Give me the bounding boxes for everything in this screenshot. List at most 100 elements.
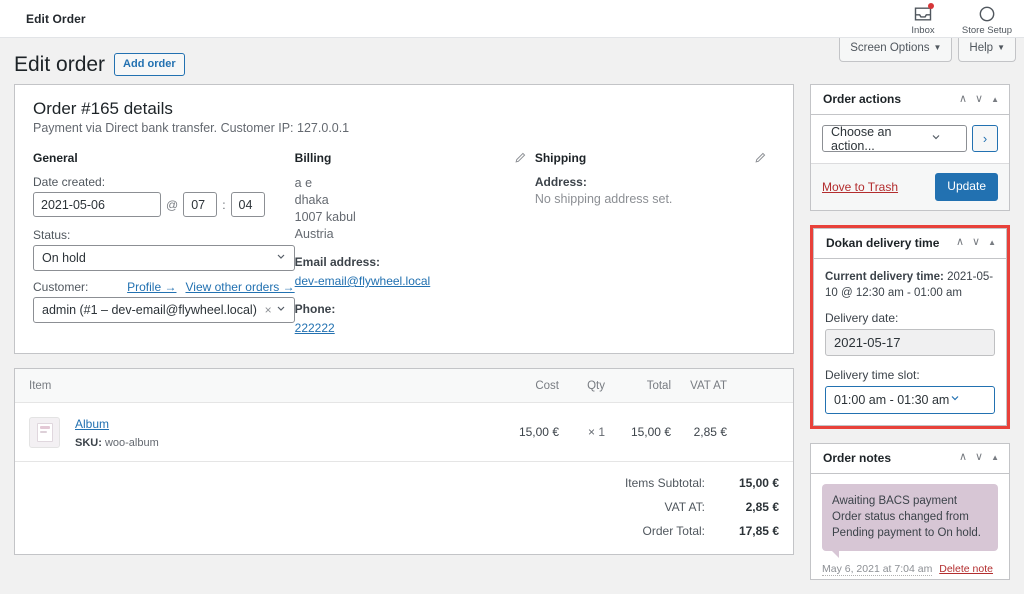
order-note-timestamp: May 6, 2021 at 7:04 am [822, 563, 932, 576]
product-name: Album [75, 417, 109, 431]
item-cell: Album SKU: woo-album [29, 415, 497, 449]
customer-select[interactable]: admin (#1 – dev-email@flywheel.local) × [33, 297, 295, 323]
screen-meta-links: Screen Options ▼ Help ▼ [839, 38, 1016, 62]
order-notes-header: Order notes ∧ ∨ ▲ [811, 444, 1009, 474]
update-button[interactable]: Update [935, 173, 998, 201]
status-select-value: On hold [42, 251, 86, 265]
help-label: Help [969, 42, 993, 54]
main-column: Order #165 details Payment via Direct ba… [14, 84, 794, 569]
delete-note-link[interactable]: Delete note [939, 563, 993, 575]
totals-value: 17,85 € [705, 524, 779, 538]
shipping-column: Shipping Address: No shipping address se… [535, 151, 775, 337]
order-details-heading: Order #165 details [33, 99, 775, 119]
at-symbol: @ [166, 198, 178, 212]
help-button[interactable]: Help ▼ [958, 38, 1016, 62]
customer-profile-link[interactable]: Profile → [127, 280, 176, 294]
billing-email-link[interactable]: dev-email@flywheel.local [295, 274, 431, 288]
product-thumbnail-art [37, 423, 53, 442]
view-other-orders-link[interactable]: View other orders → [185, 280, 294, 294]
move-up-icon[interactable]: ∧ [956, 237, 964, 248]
move-down-icon[interactable]: ∨ [972, 237, 980, 248]
dokan-delivery-time-body: Current delivery time: 2021-05-10 @ 12:3… [814, 259, 1006, 425]
order-details-body: Order #165 details Payment via Direct ba… [15, 85, 793, 353]
edit-billing-pencil-icon[interactable] [514, 151, 527, 164]
product-thumbnail [29, 417, 60, 448]
admin-bar-item-inbox[interactable]: Inbox [894, 1, 952, 36]
chevron-down-icon [275, 303, 287, 318]
screen-options-button[interactable]: Screen Options ▼ [839, 38, 952, 62]
delivery-date-input[interactable]: 2021-05-17 [825, 329, 995, 356]
customer-links: Profile → View other orders → [127, 280, 295, 294]
chevron-down-icon: ▼ [934, 43, 942, 52]
item-vat: 2,85 € [671, 425, 727, 439]
chevron-down-icon: ▼ [997, 43, 1005, 52]
item-total: 15,00 € [605, 425, 671, 439]
totals-label: Items Subtotal: [545, 476, 705, 490]
delivery-time-slot-value: 01:00 am - 01:30 am [834, 393, 949, 407]
minute-input[interactable]: 04 [231, 192, 265, 217]
date-created-label: Date created: [33, 175, 295, 189]
status-select[interactable]: On hold [33, 245, 295, 271]
billing-address-line: dhaka [295, 192, 535, 209]
billing-phone-link[interactable]: 222222 [295, 321, 335, 335]
status-label: Status: [33, 228, 295, 242]
product-sku: SKU: woo-album [75, 437, 159, 449]
move-down-icon[interactable]: ∨ [975, 452, 983, 463]
sku-value: woo-album [105, 437, 159, 449]
dokan-delivery-time-title: Dokan delivery time [826, 236, 939, 250]
current-delivery-time-label: Current delivery time: [825, 271, 944, 283]
table-row: Album SKU: woo-album 15,00 € × 1 15,00 €… [15, 403, 793, 462]
general-heading: General [33, 151, 295, 165]
shipping-address-label: Address: [535, 175, 775, 189]
column-header-cost: Cost [497, 380, 559, 392]
move-to-trash-link[interactable]: Move to Trash [822, 180, 898, 194]
hour-input[interactable]: 07 [183, 192, 217, 217]
toggle-panel-icon[interactable]: ▲ [991, 453, 999, 462]
add-order-button[interactable]: Add order [114, 53, 185, 76]
clear-icon[interactable]: × [265, 303, 272, 317]
toggle-panel-icon[interactable]: ▲ [988, 238, 996, 247]
customer-label-row: Customer: Profile → View other orders → [33, 280, 295, 294]
billing-column: Billing a e dhaka 1007 kabul Austria Ema… [295, 151, 535, 337]
delivery-time-slot-select[interactable]: 01:00 am - 01:30 am [825, 386, 995, 414]
order-note-text: Awaiting BACS payment Order status chang… [822, 484, 998, 551]
dokan-delivery-time-highlight: Dokan delivery time ∧ ∨ ▲ Current delive… [810, 225, 1010, 429]
time-colon: : [222, 198, 225, 212]
apply-action-button[interactable]: › [972, 125, 998, 152]
billing-phone-label: Phone: [295, 302, 535, 316]
column-header-item: Item [29, 380, 497, 392]
order-actions-panel: Order actions ∧ ∨ ▲ Choose an action... … [810, 84, 1010, 211]
order-action-select[interactable]: Choose an action... [822, 125, 967, 152]
move-down-icon[interactable]: ∨ [975, 94, 983, 105]
thumb-bar [40, 431, 47, 433]
item-qty: × 1 [559, 425, 605, 439]
panel-handle-actions: ∧ ∨ ▲ [959, 94, 999, 105]
current-delivery-time: Current delivery time: 2021-05-10 @ 12:3… [825, 269, 995, 301]
spacer [825, 356, 995, 368]
billing-address-line: 1007 kabul [295, 209, 535, 226]
product-link[interactable]: Album [75, 417, 109, 431]
sidebar-column: Order actions ∧ ∨ ▲ Choose an action... … [810, 84, 1010, 594]
delivery-date-label: Delivery date: [825, 311, 995, 325]
dokan-delivery-time-panel: Dokan delivery time ∧ ∨ ▲ Current delive… [813, 228, 1007, 426]
thumb-bar [40, 426, 50, 429]
billing-phone-block: Phone: 222222 [295, 302, 535, 337]
toggle-panel-icon[interactable]: ▲ [991, 95, 999, 104]
admin-bar: Edit Order Inbox Store Setup [0, 0, 1024, 38]
admin-bar-title: Edit Order [26, 12, 86, 26]
chevron-down-icon [949, 392, 961, 407]
order-details-panel: Order #165 details Payment via Direct ba… [14, 84, 794, 354]
date-created-input[interactable]: 2021-05-06 [33, 192, 161, 217]
edit-shipping-pencil-icon[interactable] [754, 151, 767, 164]
order-notes-list: Awaiting BACS payment Order status chang… [811, 474, 1009, 579]
order-actions-footer: Move to Trash Update [811, 163, 1009, 210]
move-up-icon[interactable]: ∧ [959, 452, 967, 463]
item-text-block: Album SKU: woo-album [75, 415, 159, 449]
general-column: General Date created: 2021-05-06 @ 07 : … [33, 151, 295, 337]
admin-bar-item-store-setup[interactable]: Store Setup [958, 1, 1016, 36]
shipping-address-value: No shipping address set. [535, 192, 775, 206]
move-up-icon[interactable]: ∧ [959, 94, 967, 105]
billing-address-line: Austria [295, 226, 535, 243]
billing-heading: Billing [295, 151, 535, 165]
screen-options-label: Screen Options [850, 42, 929, 54]
